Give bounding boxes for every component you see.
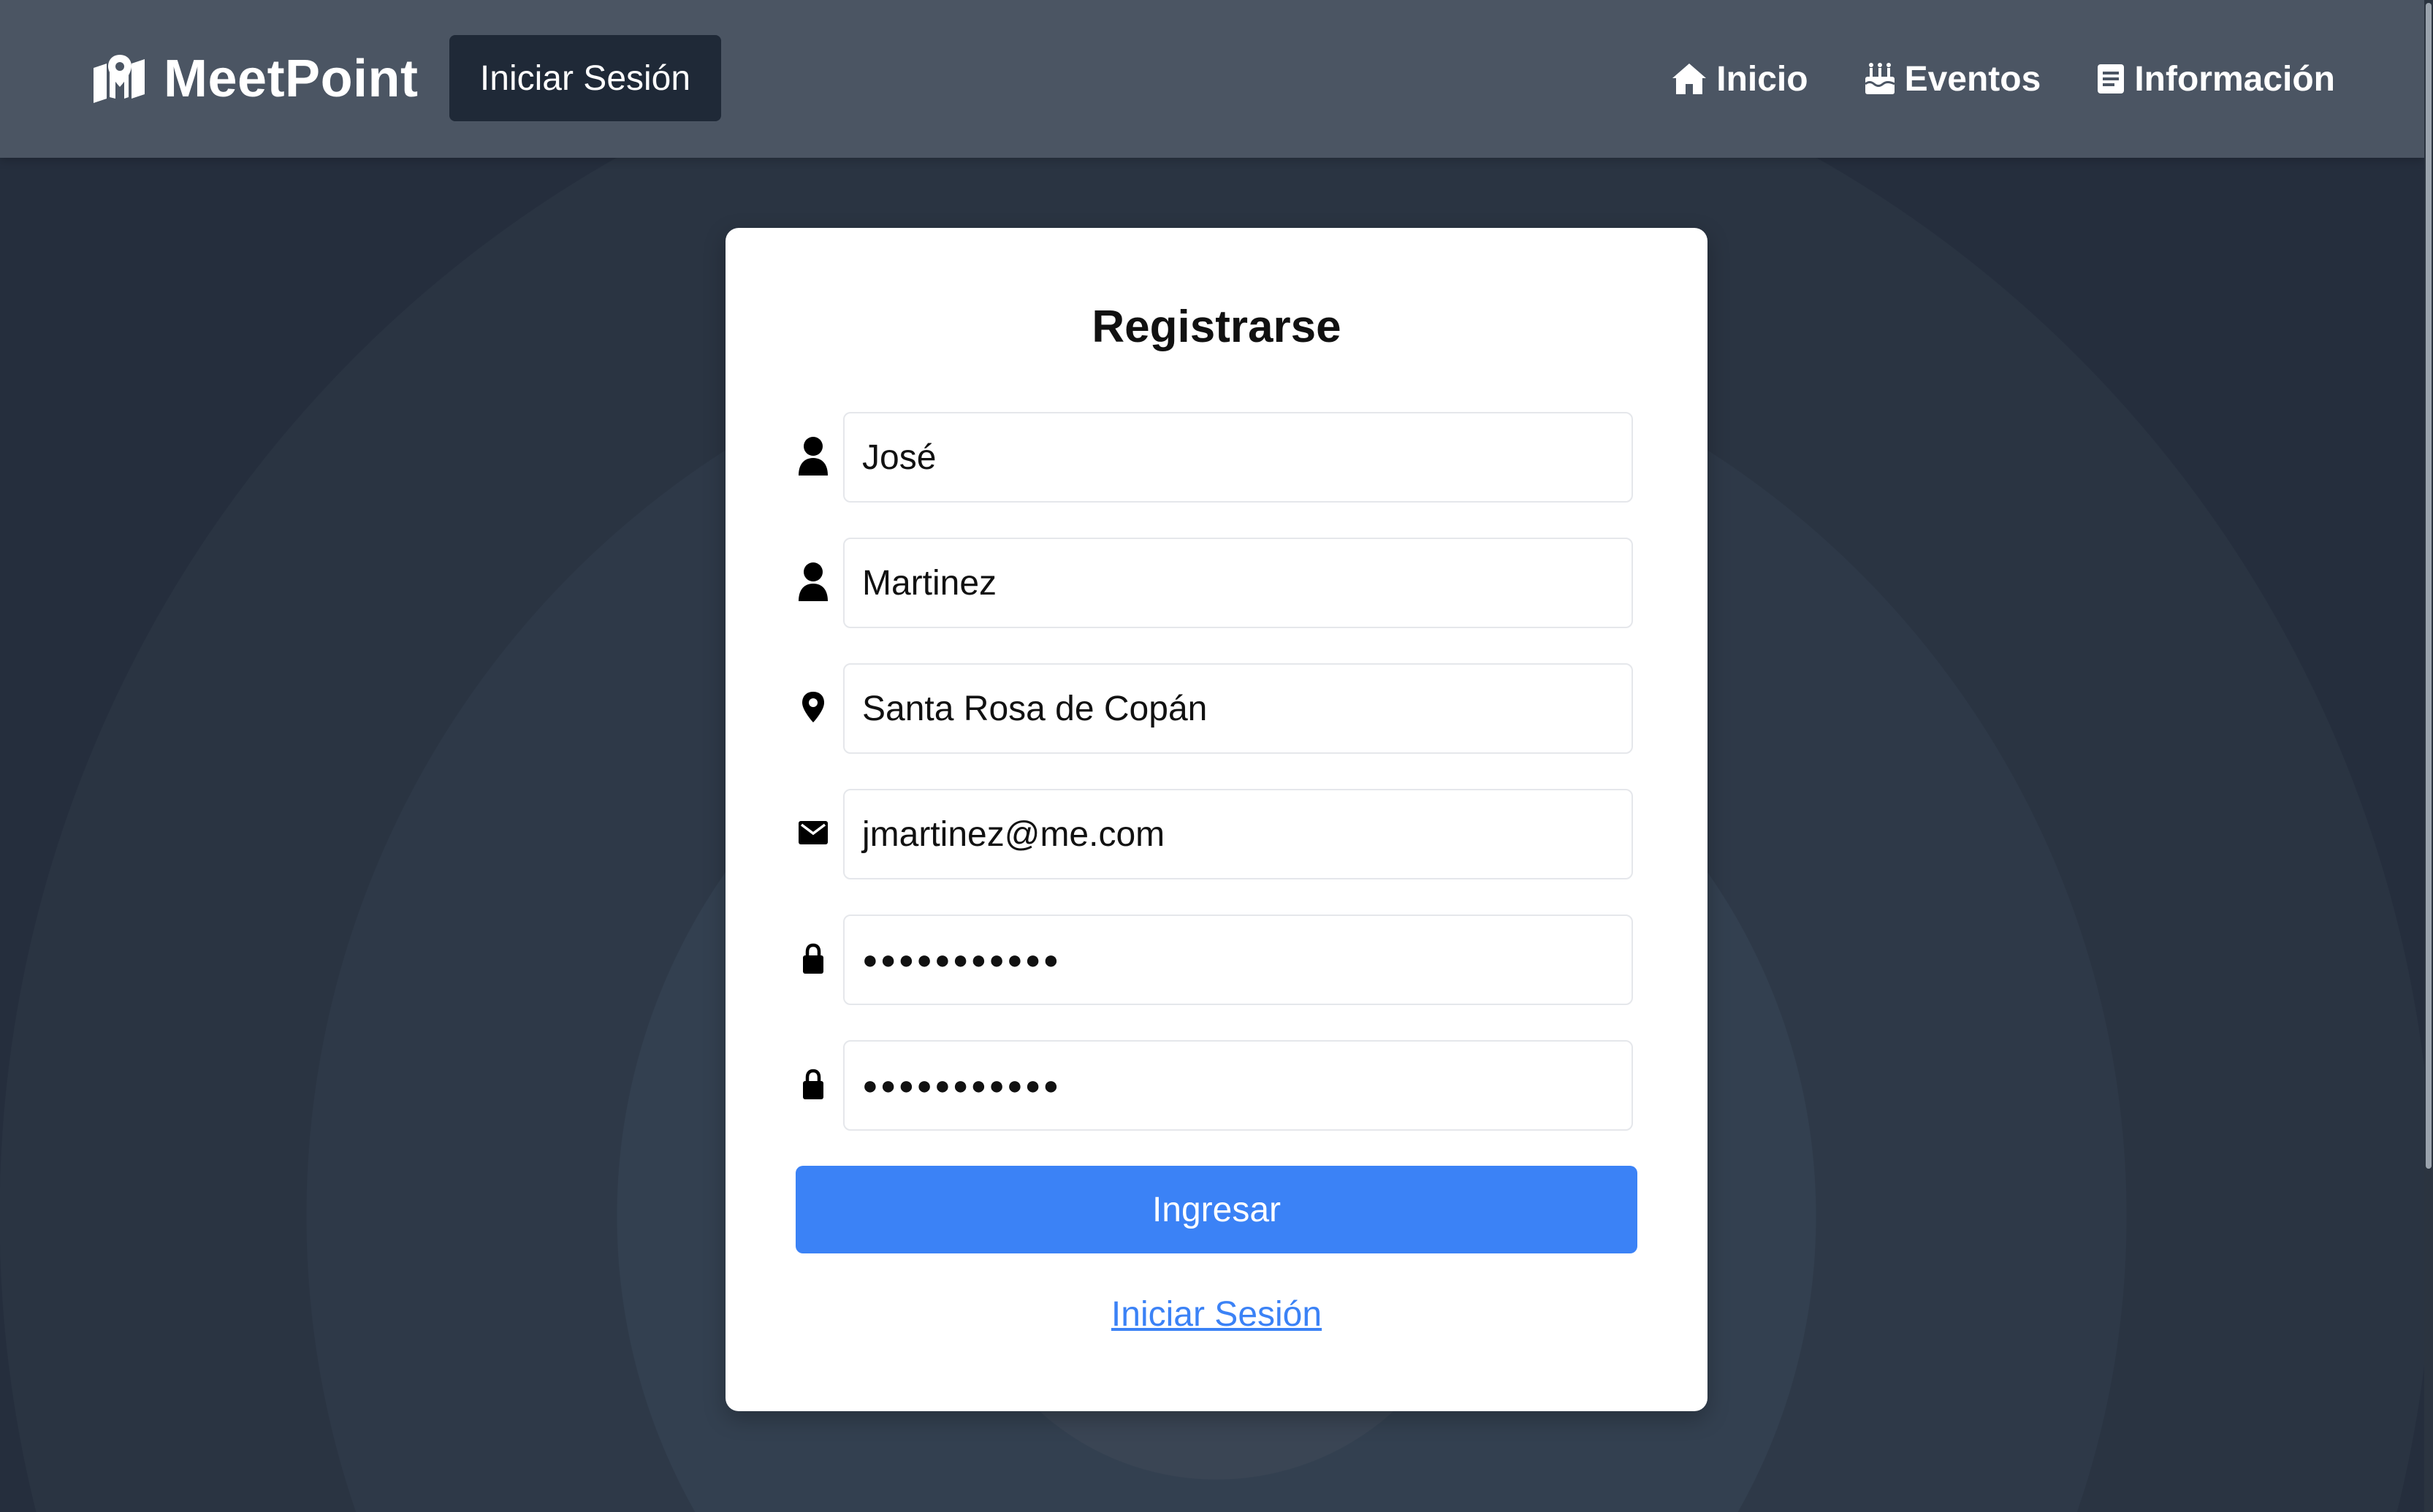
register-card: Registrarse José Martinez Santa Rosa de … bbox=[726, 228, 1707, 1411]
last-name-row: Martinez bbox=[796, 538, 1633, 628]
document-icon bbox=[2098, 64, 2125, 93]
login-link[interactable]: Iniciar Sesión bbox=[726, 1294, 1707, 1335]
map-pin-icon bbox=[94, 55, 145, 103]
nav-link-informacion[interactable]: Información bbox=[2096, 59, 2335, 99]
last-name-input[interactable]: Martinez bbox=[843, 538, 1633, 628]
password-row: ●●●●●●●●●●● bbox=[796, 915, 1633, 1005]
home-icon bbox=[1672, 64, 1707, 94]
password-input[interactable]: ●●●●●●●●●●● bbox=[843, 915, 1633, 1005]
nav-link-label: Eventos bbox=[1904, 59, 2041, 99]
brand-name: MeetPoint bbox=[164, 50, 419, 108]
brand-logo[interactable]: MeetPoint bbox=[91, 42, 419, 115]
user-icon bbox=[796, 434, 831, 478]
email-row: jmartinez@me.com bbox=[796, 789, 1633, 879]
cake-icon bbox=[1864, 63, 1895, 94]
location-pin-icon bbox=[796, 685, 831, 729]
city-input[interactable]: Santa Rosa de Copán bbox=[843, 663, 1633, 754]
nav-links: Inicio Eventos Información bbox=[1671, 42, 2335, 115]
email-input[interactable]: jmartinez@me.com bbox=[843, 789, 1633, 879]
login-nav-button[interactable]: Iniciar Sesión bbox=[449, 35, 721, 121]
first-name-row: José bbox=[796, 412, 1633, 503]
envelope-icon bbox=[796, 811, 831, 855]
confirm-password-row: ●●●●●●●●●●● bbox=[796, 1040, 1633, 1131]
scrollbar[interactable] bbox=[2424, 0, 2433, 1512]
city-row: Santa Rosa de Copán bbox=[796, 663, 1633, 754]
page-title: Registrarse bbox=[1092, 302, 1341, 352]
nav-link-label: Información bbox=[2134, 59, 2335, 99]
nav-link-inicio[interactable]: Inicio bbox=[1671, 59, 1808, 99]
lock-icon bbox=[796, 1062, 831, 1106]
user-icon bbox=[796, 560, 831, 603]
nav-link-eventos[interactable]: Eventos bbox=[1864, 59, 2041, 99]
first-name-input[interactable]: José bbox=[843, 412, 1633, 503]
nav-link-label: Inicio bbox=[1716, 59, 1808, 99]
lock-icon bbox=[796, 936, 831, 980]
scrollbar-thumb[interactable] bbox=[2426, 3, 2432, 1169]
confirm-password-input[interactable]: ●●●●●●●●●●● bbox=[843, 1040, 1633, 1131]
top-navbar: MeetPoint Iniciar Sesión Inicio Eventos bbox=[0, 0, 2424, 158]
submit-button[interactable]: Ingresar bbox=[796, 1166, 1637, 1253]
